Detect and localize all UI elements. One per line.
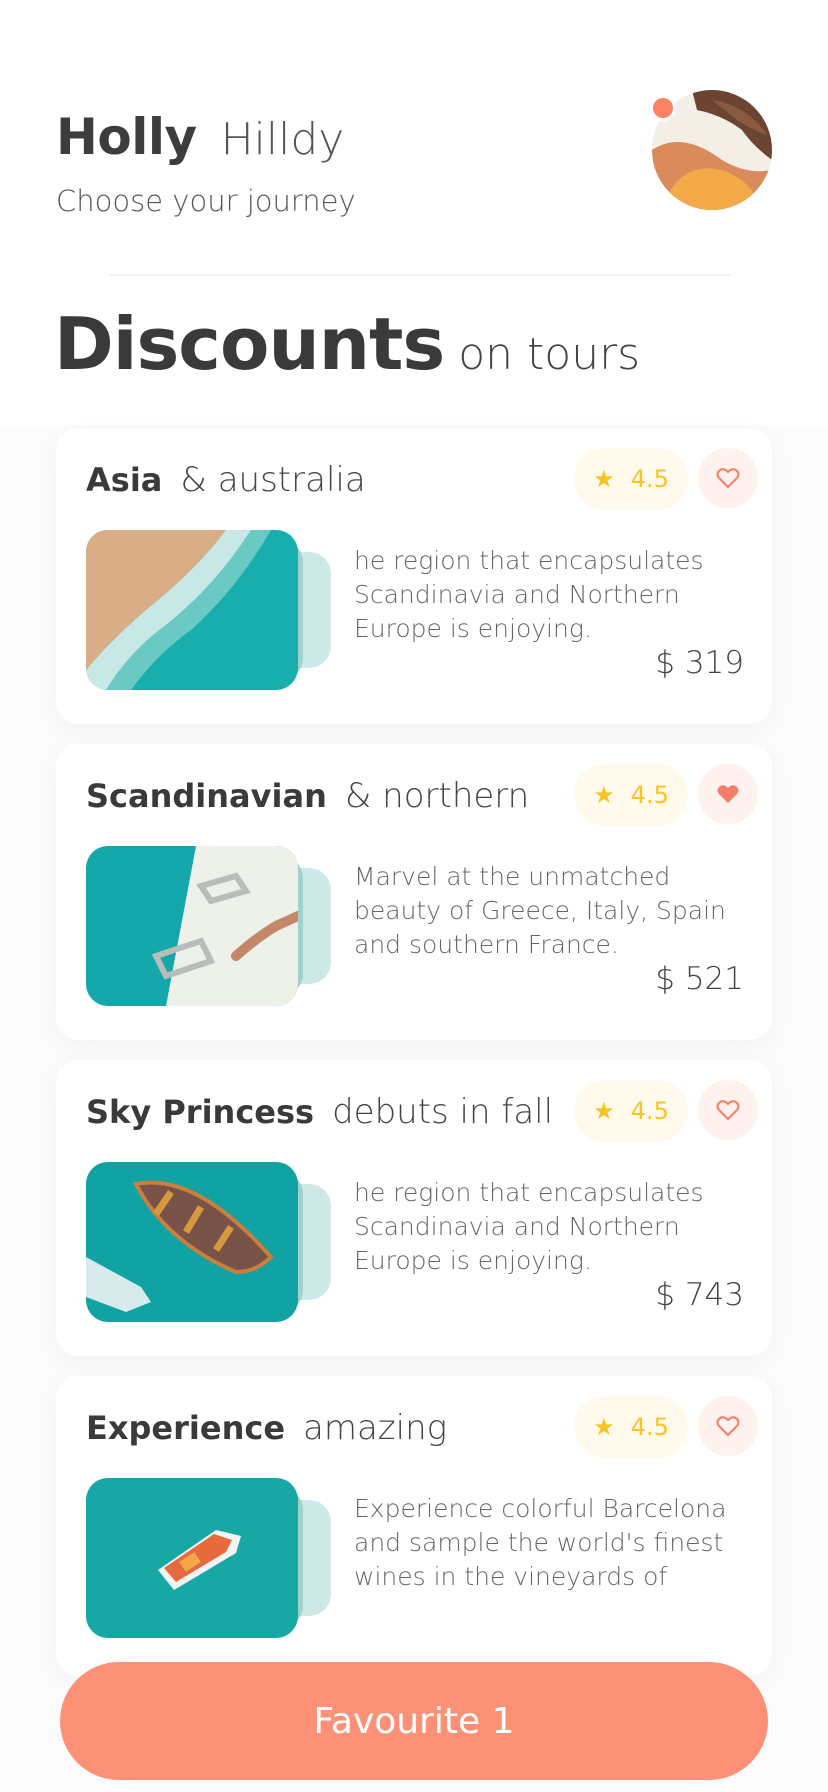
boat-deck-photo [86,846,298,1006]
tour-title-light: amazing [303,1408,448,1448]
rating-badge: ★ 4.5 [574,764,688,826]
heart-outline-icon [716,1100,740,1121]
favorite-button[interactable] [698,764,758,824]
tour-title: Sky Princess debuts in fall [86,1092,553,1132]
star-icon: ★ [593,781,615,809]
heart-filled-icon [717,785,739,803]
speedboat-photo [86,1478,298,1638]
tour-image-stack[interactable] [86,530,331,690]
favourite-button[interactable]: Favourite 1 [60,1662,768,1780]
profile-header: Holly Hilldy Choose your journey [56,108,356,218]
tour-image-stack[interactable] [86,846,331,1006]
rating-value: 4.5 [630,465,669,493]
tour-title: Asia & australia [86,460,366,500]
tour-title-bold: Scandinavian [86,777,327,815]
rating-value: 4.5 [630,781,669,809]
star-icon: ★ [593,1097,615,1125]
section-title: Discounts on tours [54,302,640,386]
tour-description: Marvel at the unmatched beauty of Greece… [354,862,726,959]
tour-card[interactable]: Experience amazing ★ 4.5 Experience colo… [56,1376,772,1676]
tour-image-stack[interactable] [86,1478,331,1638]
tour-image-stack[interactable] [86,1162,331,1322]
favorite-button[interactable] [698,1080,758,1140]
rating-value: 4.5 [630,1097,669,1125]
star-icon: ★ [593,465,615,493]
tour-title: Experience amazing [86,1408,447,1448]
tour-title-bold: Sky Princess [86,1093,315,1131]
header-divider [110,274,730,276]
user-last-name: Hilldy [220,114,345,165]
tour-title-light: & australia [180,460,366,500]
tour-card[interactable]: Scandinavian & northern ★ 4.5 Marvel at … [56,744,772,1040]
section-title-light: on tours [458,329,641,380]
rating-badge: ★ 4.5 [574,1080,688,1142]
tour-title-bold: Asia [86,461,163,499]
favorite-button[interactable] [698,448,758,508]
rating-badge: ★ 4.5 [574,1396,688,1458]
star-icon: ★ [593,1413,615,1441]
heart-outline-icon [716,1416,740,1437]
rating-badge: ★ 4.5 [574,448,688,510]
tour-title-light: & northern [344,776,530,816]
tour-description: he region that encapsulates Scandinavia … [354,1178,704,1275]
tour-title-light: debuts in fall [332,1092,554,1132]
tour-price: $ 521 [655,961,744,997]
tour-title: Scandinavian & northern [86,776,529,816]
user-name: Holly Hilldy [56,108,356,166]
rating-value: 4.5 [630,1413,669,1441]
favorite-button[interactable] [698,1396,758,1456]
tour-price: $ 743 [655,1277,744,1313]
rowboat-photo [86,1162,298,1322]
beach-waves-photo [86,530,298,690]
tour-description: he region that encapsulates Scandinavia … [354,546,704,643]
journey-subtitle: Choose your journey [56,184,356,218]
online-status-dot [650,95,676,121]
section-title-bold: Discounts [54,302,445,386]
tour-price: $ 319 [655,645,744,681]
tour-card[interactable]: Asia & australia ★ 4.5 he region that en… [56,428,772,724]
tour-card[interactable]: Sky Princess debuts in fall ★ 4.5 he reg… [56,1060,772,1356]
user-first-name: Holly [56,108,197,166]
tour-description: Experience colorful Barcelona and sample… [354,1494,727,1591]
heart-outline-icon [716,468,740,489]
tour-title-bold: Experience [86,1409,286,1447]
